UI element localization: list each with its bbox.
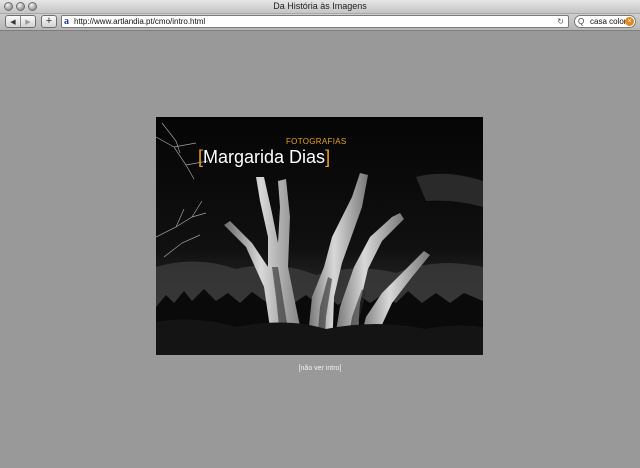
address-bar[interactable]: a http://www.artlandia.pt/cmo/intro.html… <box>61 15 569 28</box>
search-field[interactable]: Q casa color × <box>574 15 636 28</box>
window-titlebar: Da História às Imagens <box>0 0 640 14</box>
url-text[interactable]: http://www.artlandia.pt/cmo/intro.html <box>74 16 205 27</box>
reload-icon[interactable]: ↻ <box>557 16 564 27</box>
search-input[interactable]: casa color <box>590 16 626 27</box>
window-title: Da História às Imagens <box>273 1 367 11</box>
back-arrow-icon: ◀ <box>10 18 16 26</box>
back-button[interactable]: ◀ <box>6 16 21 27</box>
intro-banner[interactable]: FOTOGRAFIAS [Margarida Dias] <box>156 117 483 355</box>
intro-subtitle: FOTOGRAFIAS <box>286 137 347 146</box>
skip-intro-link[interactable]: [não ver intro] <box>0 365 640 372</box>
nav-buttons: ◀ ▶ <box>5 15 36 28</box>
page-content: FOTOGRAFIAS [Margarida Dias] [não ver in… <box>0 31 640 468</box>
intro-title: [Margarida Dias] <box>198 147 330 168</box>
browser-toolbar: ◀ ▶ + a http://www.artlandia.pt/cmo/intr… <box>0 14 640 31</box>
search-icon: Q <box>578 17 585 26</box>
clear-search-icon[interactable]: × <box>625 17 634 26</box>
add-bookmark-button[interactable]: + <box>41 15 57 28</box>
forward-arrow-icon: ▶ <box>25 18 31 26</box>
site-favicon-icon: a <box>64 16 69 27</box>
plus-icon: + <box>45 15 53 27</box>
forward-button[interactable]: ▶ <box>21 16 35 27</box>
photographer-name: Margarida Dias <box>203 147 326 167</box>
bracket-close: ] <box>325 147 331 167</box>
